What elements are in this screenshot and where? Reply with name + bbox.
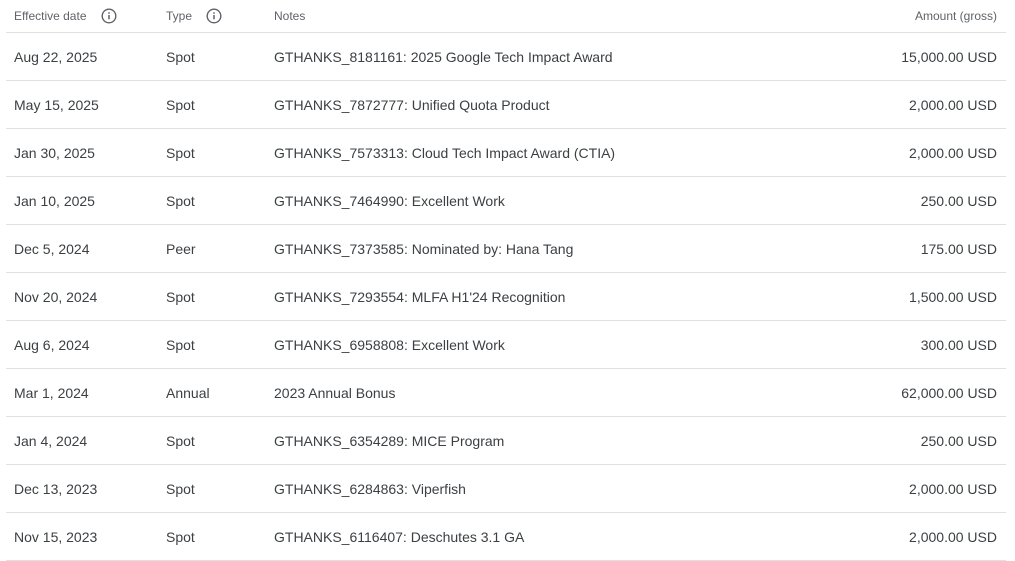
info-icon[interactable]: [100, 8, 117, 24]
cell-effective-date: Jan 4, 2024: [14, 432, 88, 449]
cell-amount: 175.00 USD: [920, 240, 997, 257]
cell-amount: 250.00 USD: [920, 432, 997, 449]
cell-type: Spot: [166, 96, 195, 113]
table-body: Aug 22, 2025 Spot GTHANKS_8181161: 2025 Go…: [6, 33, 1006, 561]
cell-effective-date: Jan 10, 2025: [14, 192, 95, 209]
table-row[interactable]: Dec 5, 2024 Peer GTHANKS_7373585: Nominate…: [6, 225, 1006, 273]
cell-notes: GTHANKS_6354289: MICE Program: [274, 432, 505, 449]
table-row[interactable]: Jan 30, 2025 Spot GTHANKS_7573313: Cloud T…: [6, 129, 1006, 177]
table-row[interactable]: Aug 6, 2024 Spot GTHANKS_6958808: Excellen…: [6, 321, 1006, 369]
cell-type: Spot: [166, 528, 195, 545]
cell-notes: GTHANKS_8181161: 2025 Google Tech Impact…: [274, 48, 613, 65]
cell-effective-date: Aug 22, 2025: [14, 48, 98, 65]
cell-type: Spot: [166, 288, 195, 305]
header-type[interactable]: Type: [166, 0, 222, 32]
cell-notes: GTHANKS_6958808: Excellent Work: [274, 336, 505, 353]
cell-type: Peer: [166, 240, 196, 257]
cell-effective-date: Mar 1, 2024: [14, 384, 89, 401]
cell-amount: 2,000.00 USD: [909, 528, 997, 545]
cell-notes: GTHANKS_7872777: Unified Quota Product: [274, 96, 550, 113]
cell-notes: GTHANKS_6116407: Deschutes 3.1 GA: [274, 528, 525, 545]
cell-type: Spot: [166, 432, 195, 449]
cell-effective-date: Dec 13, 2023: [14, 480, 98, 497]
cell-amount: 250.00 USD: [920, 192, 997, 209]
table-row[interactable]: Nov 20, 2024 Spot GTHANKS_7293554: MLFA H1…: [6, 273, 1006, 321]
header-notes[interactable]: Notes: [274, 0, 305, 32]
cell-amount: 15,000.00 USD: [901, 48, 997, 65]
table-row[interactable]: Jan 4, 2024 Spot GTHANKS_6354289: MICE Pro…: [6, 417, 1006, 465]
table-row[interactable]: Jan 10, 2025 Spot GTHANKS_7464990: Excelle…: [6, 177, 1006, 225]
table-row[interactable]: Aug 22, 2025 Spot GTHANKS_8181161: 2025 Go…: [6, 33, 1006, 81]
cell-type: Spot: [166, 336, 195, 353]
cell-effective-date: Aug 6, 2024: [14, 336, 90, 353]
cell-notes: GTHANKS_7373585: Nominated by: Hana Tang: [274, 240, 574, 257]
cell-amount: 2,000.00 USD: [909, 480, 997, 497]
cell-type: Spot: [166, 48, 195, 65]
cell-effective-date: Nov 15, 2023: [14, 528, 98, 545]
cell-type: Spot: [166, 192, 195, 209]
header-effective-date[interactable]: Effective date: [14, 0, 117, 32]
header-notes-label: Notes: [274, 9, 306, 23]
cell-amount: 2,000.00 USD: [909, 96, 997, 113]
cell-notes: GTHANKS_6284863: Viperfish: [274, 480, 466, 497]
header-amount-label: Amount (gross): [914, 9, 997, 23]
cell-effective-date: Dec 5, 2024: [14, 240, 90, 257]
cell-effective-date: Nov 20, 2024: [14, 288, 98, 305]
table-row[interactable]: Dec 13, 2023 Spot GTHANKS_6284863: Viperfi…: [6, 465, 1006, 513]
cell-effective-date: Jan 30, 2025: [14, 144, 95, 161]
table-row[interactable]: May 15, 2025 Spot GTHANKS_7872777: Unified…: [6, 81, 1006, 129]
cell-notes: GTHANKS_7464990: Excellent Work: [274, 192, 505, 209]
cell-notes: 2023 Annual Bonus: [274, 384, 396, 401]
cell-type: Spot: [166, 144, 195, 161]
cell-notes: GTHANKS_7573313: Cloud Tech Impact Award…: [274, 144, 616, 161]
cell-amount: 300.00 USD: [920, 336, 997, 353]
cell-type: Spot: [166, 480, 195, 497]
cell-amount: 1,500.00 USD: [909, 288, 997, 305]
header-effective-date-label: Effective date: [14, 9, 87, 23]
info-icon[interactable]: [206, 8, 222, 24]
cell-amount: 62,000.00 USD: [901, 384, 997, 401]
cell-effective-date: May 15, 2025: [14, 96, 99, 113]
table-row[interactable]: Mar 1, 2024 Annual 2023 Annual Bonus 62,000…: [6, 369, 1006, 417]
compensation-table: Effective date Type Notes Amount (gross)…: [6, 0, 1006, 561]
header-amount[interactable]: Amount (gross): [915, 0, 997, 32]
cell-notes: GTHANKS_7293554: MLFA H1'24 Recognition: [274, 288, 566, 305]
cell-amount: 2,000.00 USD: [909, 144, 997, 161]
table-header: Effective date Type Notes Amount (gross): [6, 0, 1006, 33]
header-type-label: Type: [166, 9, 193, 23]
cell-type: Annual: [166, 384, 210, 401]
